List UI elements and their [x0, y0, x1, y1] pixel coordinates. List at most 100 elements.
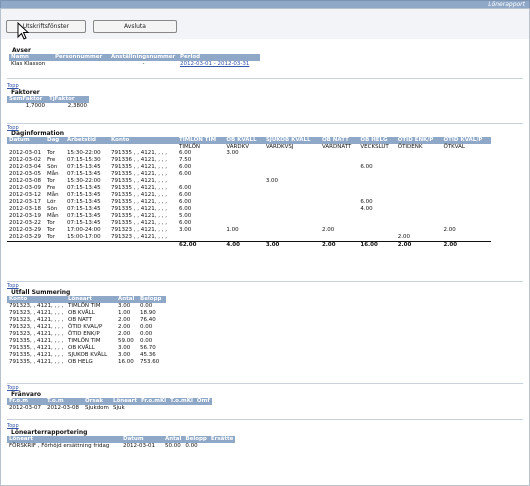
utfall-belopp: 753.60 [140, 359, 160, 365]
dag-timlon [177, 178, 224, 185]
dag-dag: Tor [47, 220, 56, 226]
dag-otid-kval [441, 234, 491, 242]
divider [7, 383, 523, 384]
franvaro-col-from-kl: Fr.o.mKl [138, 398, 169, 405]
top-link[interactable]: Topp [7, 385, 19, 391]
dag-ob-kvall [224, 220, 263, 227]
dag-timlon: 62.00 [177, 241, 225, 249]
top-link[interactable]: Topp [7, 125, 19, 131]
dag-ob-natt [320, 171, 358, 178]
utfall-konto: 791335, , 4121, , , , [9, 359, 64, 365]
utfall-title: Utfall Summering [11, 289, 71, 296]
daginformation-rows: TIMLÖN VARDKV VARDKVSJ VARDNATT VECKSLUT ÖTID… [7, 144, 491, 249]
utfall-konto: 791323, , 4121, , , , [9, 303, 64, 309]
dag-timlon: 7.50 [179, 157, 192, 163]
top-link[interactable]: Topp [7, 83, 19, 89]
lonearter-col-antal: Antal [163, 436, 184, 443]
top-link[interactable]: Topp [7, 423, 19, 429]
dag-ob-natt [320, 192, 358, 199]
divider [7, 281, 523, 282]
table-row: 2012-03-08 Tor 15:30-22:00 791335 , , 4121,… [7, 178, 491, 185]
daginformation-table: Datum Dag Arbetstid Konto TIMLÖN TIM OB … [7, 137, 491, 249]
mouse-cursor-icon [17, 22, 29, 40]
utfall-konto: 791335, , 4121, , , , [9, 338, 64, 344]
franvaro-col-orsak: Orsak [83, 398, 111, 405]
dag-ob-natt: 2.00 [319, 241, 359, 249]
dag-ob-helg [358, 178, 395, 185]
dag-otid-enk [396, 178, 442, 185]
dag-col-arbetstid: Arbetstid [65, 137, 109, 144]
top-link[interactable]: Topp [7, 283, 19, 289]
dag-dag: Tor [47, 150, 56, 156]
dag-arbetstid: 15:30-22:00 [67, 178, 101, 184]
dag-ob-helg: 4.00 [360, 206, 373, 212]
dag-arbetstid: 15:30-22:00 [67, 150, 101, 156]
dag-otid-kval: 2.00 [441, 241, 491, 249]
utfall-col-antal: Antal [116, 296, 138, 303]
dag-col-otid-kval: ÖTID KVAL/P [441, 137, 491, 144]
utfall-loneart: OB KVÄLL [68, 310, 95, 316]
dag-ob-kvall [224, 185, 263, 192]
dag-ob-kvall [224, 178, 263, 185]
lonearter-col-datum: Datum [121, 436, 163, 443]
dag-arbetstid: 07:15-13:45 [67, 206, 101, 212]
dag-datum: 2012-03-12 [9, 192, 41, 198]
dag-konto: 791323 , , 4121, , , , [111, 234, 167, 240]
dag-arbetstid: 07:15-13:45 [67, 164, 101, 170]
dag-datum: 2012-03-29 [9, 234, 41, 240]
avser-section: Avser Namn Personnummer Anställningsnumm… [9, 47, 260, 68]
dag-dag: Mån [47, 213, 59, 219]
utfall-col-loneart: Löneart [66, 296, 116, 303]
close-button[interactable]: Avsluta [93, 20, 177, 33]
table-row: 2012-03-18 Sön 07:15-13:45 791335 , , 4121,… [7, 206, 491, 213]
dag-otid-enk [396, 150, 442, 157]
avser-anstallningsnummer: - [142, 61, 145, 67]
table-row: 791323, , 4121, , , , OB NATT 2.00 76.40 [7, 317, 166, 324]
dag-datum: 2012-03-01 [9, 150, 41, 156]
utfall-section: Topp Utfall Summering Konto Löneart Anta… [7, 283, 166, 366]
franvaro-col-from: Fr.o.m [7, 398, 45, 405]
daginformation-title: Daginformation [11, 130, 64, 137]
dag-datum: 2012-03-09 [9, 185, 41, 191]
avser-period-link[interactable]: 2012-03-01 - 2012-03-31 [180, 61, 249, 67]
dag-arbetstid: 07:15-13:45 [67, 213, 101, 219]
dag-ob-natt [320, 178, 358, 185]
dag-konto: 791335 , , 4121, , , , [111, 171, 167, 177]
utfall-belopp: 76.40 [140, 317, 156, 323]
franvaro-section: Topp Frånvaro Fr.o.m T.o.m Orsak Löneart… [7, 385, 212, 412]
dag-ob-kvall [224, 213, 263, 220]
faktorer-table: SemFaktor TjFaktor 1,7000 2,3800 [7, 96, 89, 110]
utfall-konto: 791323, , 4121, , , , [9, 310, 64, 316]
utfall-loneart: SJUKOB KVÄLL [68, 352, 108, 358]
dag-sjukob-kvall: 3.00 [263, 241, 320, 249]
dag-ob-helg [358, 150, 395, 157]
table-row: 2012-03-22 Tor 07:15-13:45 791335 , , 4121,… [7, 220, 491, 227]
avser-title: Avser [12, 47, 31, 54]
utfall-antal: 3.00 [118, 303, 131, 309]
dag-col-otid-enk: ÖTID ENK/P [395, 137, 442, 144]
franvaro-col-tom-kl: T.o.mKl [168, 398, 195, 405]
dag-ob-kvall [224, 234, 263, 242]
table-row: 791323, , 4121, , , , ÖTID KVAL/P 2.00 0.00 [7, 324, 166, 331]
dag-otid-kval [441, 192, 491, 199]
dag-datum [7, 241, 45, 249]
dag-ob-kvall: 4.00 [224, 241, 264, 249]
avser-col-period: Period [178, 54, 260, 61]
faktorer-semfaktor: 1,7000 [25, 103, 45, 109]
dag-sjukob-kvall [264, 150, 320, 157]
report-page: Utskriftsfönster Avsluta Avser Namn Pers… [0, 8, 530, 486]
dag-sjukob-kvall: 3.00 [265, 178, 279, 184]
franvaro-title: Frånvaro [11, 391, 42, 398]
utfall-col-belopp: Belopp [138, 296, 166, 303]
utfall-antal: 16.00 [118, 359, 134, 365]
dag-timlon: 6.00 [179, 164, 192, 170]
dag-sjukob-kvall [264, 164, 320, 171]
dag-col-konto: Konto [109, 137, 177, 144]
table-row: 791323, , 4121, , , , ÖTID ENK/P 2.00 0.00 [7, 331, 166, 338]
table-row: 2012-03-09 Fre 07:15-13:45 791335 , , 4121,… [7, 185, 491, 192]
dag-sjukob-kvall [264, 171, 320, 178]
franvaro-omf [195, 405, 212, 412]
lonearter-col-belopp: Belopp [183, 436, 209, 443]
franvaro-from: 2012-03-07 [9, 405, 41, 411]
dag-otid-kval [441, 171, 491, 178]
